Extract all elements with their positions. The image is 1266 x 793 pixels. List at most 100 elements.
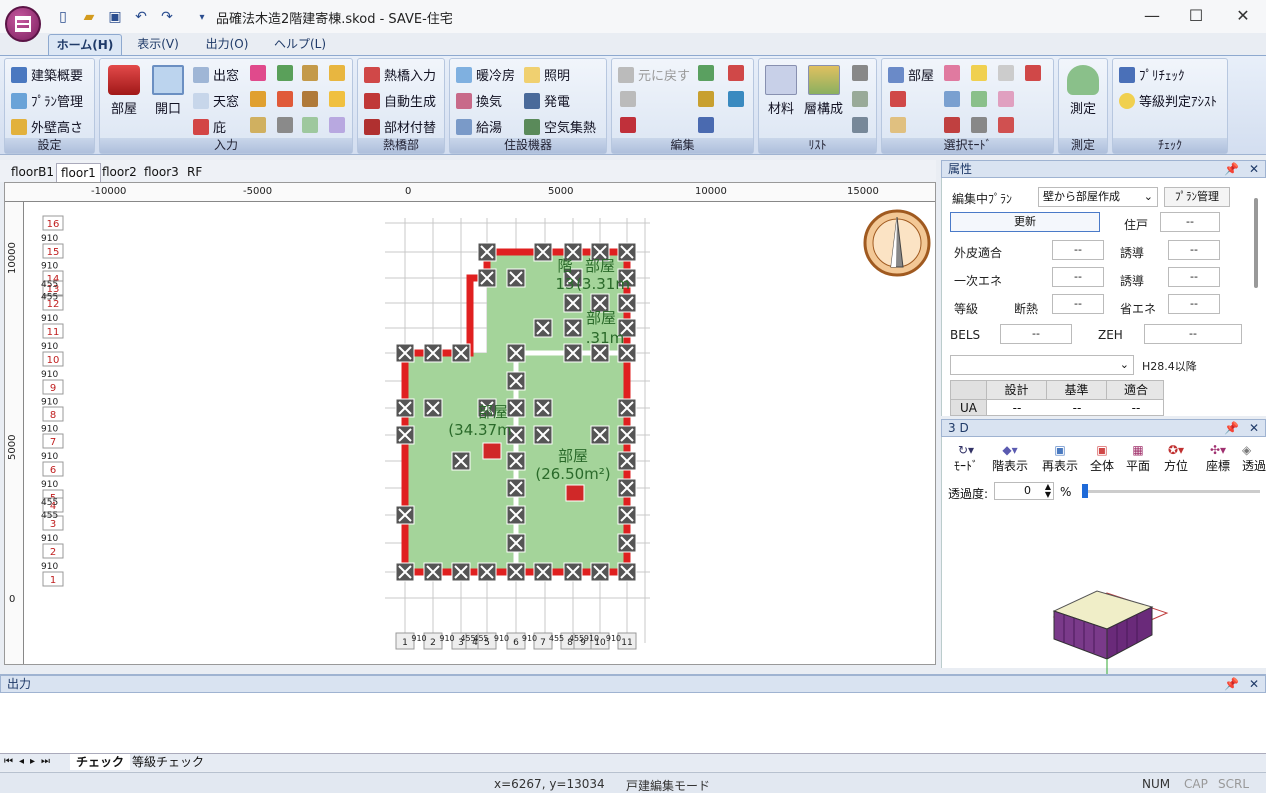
column-cross-marker[interactable] [617,293,637,313]
copy-icon[interactable] [728,65,744,81]
room-label[interactable]: 部屋 [585,257,615,275]
room-label[interactable]: 部屋 [586,309,616,327]
paint-icon[interactable] [698,91,714,107]
heating-cooling-button[interactable]: 暖冷房 [456,65,515,84]
ventilation-button[interactable]: 換気 [456,91,502,110]
column-cross-marker[interactable] [506,451,526,471]
column-cross-marker[interactable] [477,268,497,288]
update-button[interactable]: 更新 [950,212,1100,232]
plan-canvas[interactable]: -10000 -5000 0 5000 10000 15000 10000 50… [4,182,936,665]
select-red-cube-icon[interactable] [890,91,906,107]
properties-scrollbar[interactable] [1254,198,1258,288]
column-cross-marker[interactable] [395,562,415,582]
plan-management-button[interactable]: ﾌﾟﾗﾝ管理 [1164,187,1230,207]
coordinates-button[interactable]: ✣▾ 座標 [1200,443,1236,474]
select-opening-icon[interactable] [971,91,987,107]
redo-icon[interactable] [620,91,636,107]
replace-icon[interactable] [728,91,744,107]
air-heat-collection-button[interactable]: 空気集熱 [524,117,596,136]
column-cross-marker[interactable] [477,242,497,262]
tab-check[interactable]: チェック [70,754,131,770]
column-cross-marker[interactable] [506,371,526,391]
column-cross-marker[interactable] [533,425,553,445]
lighting-button[interactable]: 照明 [524,65,570,84]
material-button[interactable]: 材料 [765,65,797,117]
column-cross-marker[interactable] [617,533,637,553]
list-icon[interactable] [852,65,868,81]
roof-slope-icon[interactable] [277,65,293,81]
close-icon[interactable]: ✕ [1249,420,1259,437]
column-cross-marker[interactable] [563,562,583,582]
step-icon[interactable] [302,91,318,107]
minimize-button[interactable]: — [1137,4,1167,28]
application-menu-button[interactable] [5,6,41,42]
column-cross-marker[interactable] [395,425,415,445]
thermal-bridge-input-button[interactable]: 熱橋入力 [364,65,436,84]
floor-plan-drawing[interactable]: 部屋 (34.37m 部屋 (26.50m²) 部屋 .31m 部屋 (3.31… [25,203,936,665]
transparency-button[interactable]: ◈ 透過 [1242,443,1266,474]
transparency-slider-track[interactable] [1084,490,1260,493]
foundation-icon[interactable] [277,117,293,133]
column-cross-marker[interactable] [617,562,637,582]
column-cross-marker[interactable] [423,398,443,418]
undo-button[interactable]: 元に戻す [618,65,690,84]
erase-icon[interactable] [620,117,636,133]
column-cross-marker[interactable] [617,398,637,418]
table-icon[interactable] [852,91,868,107]
select-area-icon[interactable] [698,65,714,81]
select-window-icon[interactable] [944,91,960,107]
transparency-slider-thumb[interactable] [1082,484,1088,498]
close-button[interactable]: ✕ [1228,4,1258,28]
wall-icon[interactable] [329,65,345,81]
column-cross-marker[interactable] [423,343,443,363]
tab-nav-arrows[interactable]: ⏮◂▸⏭ [4,756,56,767]
tab-RF[interactable]: RF [183,163,206,182]
column-cross-marker[interactable] [617,451,637,471]
column-cross-marker[interactable] [506,343,526,363]
reassign-member-button[interactable]: 部材付替 [364,117,436,136]
select-flag-icon[interactable] [1025,65,1041,81]
column-cross-marker[interactable] [617,505,637,525]
column-cross-marker[interactable] [395,343,415,363]
edit-plan-select[interactable]: 壁から部屋作成 ⌄ [1038,187,1158,207]
standard-select[interactable]: ⌄ [950,355,1134,375]
select-room-button[interactable]: 部屋 [888,65,934,84]
floor-display-button[interactable]: ◆▾ 階表示 [990,443,1030,474]
tab-home[interactable]: ホーム(H) [48,34,122,55]
column-cross-marker[interactable] [617,425,637,445]
column-cross-marker[interactable] [617,242,637,262]
corner-icon[interactable] [250,117,266,133]
column-cross-marker[interactable] [563,343,583,363]
column-cross-marker[interactable] [395,398,415,418]
column-cross-marker[interactable] [451,343,471,363]
full-view-button[interactable]: ▣ 全体 [1086,443,1118,474]
redo-icon[interactable]: ↷ [157,8,177,26]
measure-button[interactable]: 測定 [1067,65,1099,117]
column-cross-marker[interactable] [451,451,471,471]
partition-icon[interactable] [302,117,318,133]
column-cross-marker[interactable] [506,478,526,498]
tab-grade-check[interactable]: 等級チェック [126,754,210,770]
skylight-button[interactable]: 天窓 [193,91,239,110]
building-overview-button[interactable]: 建築概要 [11,65,83,84]
stairs-icon[interactable] [302,65,318,81]
3d-model-view[interactable] [1042,577,1172,687]
grade-assist-button[interactable]: 等級判定ｱｼｽﾄ [1119,91,1217,110]
column-cross-marker[interactable] [563,293,583,313]
close-icon[interactable]: ✕ [1249,161,1259,178]
power-generation-button[interactable]: 発電 [524,91,570,110]
select-box-icon[interactable] [890,117,906,133]
select-wall-icon[interactable] [998,65,1014,81]
undo-icon[interactable]: ↶ [131,8,151,26]
transparency-input[interactable]: 0 ▲ ▼ [994,482,1054,500]
compass-icon[interactable] [863,209,931,277]
room-button[interactable]: 部屋 [108,65,140,117]
hot-water-button[interactable]: 給湯 [456,117,502,136]
room-label[interactable]: 部屋 [478,403,508,421]
move-icon[interactable] [698,117,714,133]
open-folder-icon[interactable]: ▰ [79,8,99,26]
maximize-button[interactable]: ☐ [1181,4,1211,28]
tab-help[interactable]: ヘルプ(L) [270,34,330,55]
column-cross-marker[interactable] [506,533,526,553]
pin-icon[interactable]: 📌 [1224,420,1239,437]
